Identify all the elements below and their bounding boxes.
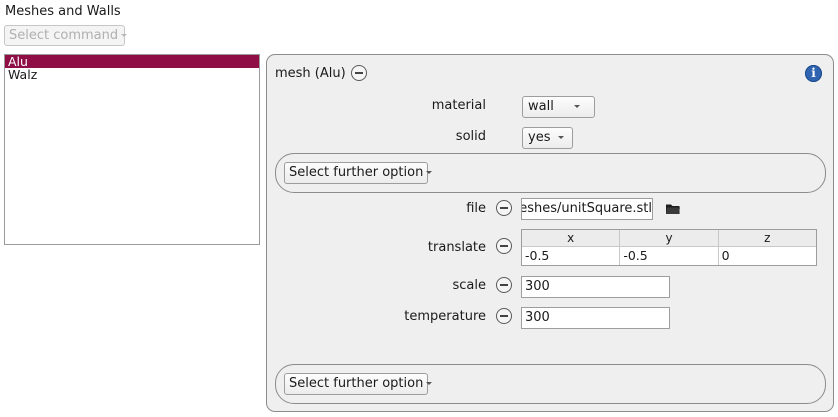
- remove-translate-icon[interactable]: [496, 238, 512, 254]
- list-item-alu[interactable]: Alu: [5, 55, 259, 68]
- window-title: Meshes and Walls: [5, 4, 121, 19]
- translate-value-row: -0.5 -0.5 0: [522, 247, 816, 265]
- chevron-down-icon: [558, 136, 565, 139]
- chevron-down-icon: [426, 382, 433, 385]
- translate-y-cell[interactable]: -0.5: [620, 247, 719, 265]
- solid-dropdown[interactable]: yes: [522, 127, 573, 149]
- translate-x-cell[interactable]: -0.5: [522, 247, 621, 265]
- select-further-option-button-top[interactable]: Select further option: [284, 162, 433, 184]
- material-label: material: [431, 98, 486, 113]
- translate-label: translate: [427, 240, 486, 255]
- chevron-down-icon: [573, 105, 580, 108]
- further-option-label: Select further option: [289, 376, 424, 391]
- item-list[interactable]: Alu Walz: [4, 54, 260, 245]
- temperature-input[interactable]: 300: [521, 307, 670, 329]
- panel-title: mesh (Alu): [275, 66, 346, 81]
- scale-label: scale: [452, 278, 487, 293]
- translate-col-z: z: [764, 231, 771, 245]
- select-command-label: Select command: [9, 28, 119, 43]
- solid-label: solid: [455, 129, 486, 144]
- select-further-option-button-bottom[interactable]: Select further option: [284, 373, 433, 395]
- list-item-walz[interactable]: Walz: [5, 68, 259, 81]
- scale-value: 300: [525, 279, 550, 294]
- file-value: meshes/unitSquare.stl: [521, 201, 652, 216]
- remove-mesh-icon[interactable]: [351, 65, 367, 81]
- translate-table: x y z -0.5 -0.5 0: [521, 229, 817, 266]
- solid-value: yes: [528, 130, 551, 145]
- info-icon[interactable]: i: [805, 65, 822, 82]
- remove-scale-icon[interactable]: [496, 277, 512, 293]
- temperature-value: 300: [525, 310, 550, 325]
- select-command-dropdown: Select command: [4, 25, 128, 46]
- material-dropdown[interactable]: wall: [522, 96, 595, 118]
- scale-input[interactable]: 300: [521, 276, 670, 298]
- translate-col-x: x: [522, 230, 621, 246]
- translate-col-y: y: [620, 230, 719, 246]
- file-label: file: [466, 201, 486, 216]
- file-input[interactable]: meshes/unitSquare.stl: [521, 198, 653, 220]
- chevron-down-icon: [426, 171, 433, 174]
- remove-file-icon[interactable]: [496, 200, 512, 216]
- remove-temperature-icon[interactable]: [496, 308, 512, 324]
- material-value: wall: [528, 99, 554, 114]
- chevron-down-icon: [121, 34, 128, 37]
- translate-z-cell[interactable]: 0: [719, 247, 816, 265]
- temperature-label: temperature: [404, 309, 486, 324]
- folder-icon[interactable]: [665, 202, 681, 215]
- further-option-label: Select further option: [289, 165, 424, 180]
- translate-header-row: x y z: [522, 230, 816, 247]
